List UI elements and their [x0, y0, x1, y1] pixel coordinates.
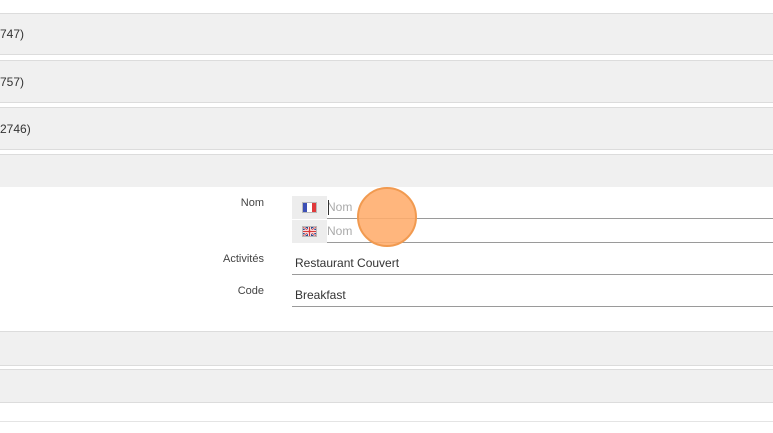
- collapsed-row[interactable]: [0, 331, 773, 366]
- activites-input[interactable]: [292, 251, 773, 275]
- language-fr-addon: [292, 196, 327, 219]
- collapsed-row-label: 757): [0, 74, 25, 89]
- french-flag-icon: [302, 202, 317, 213]
- collapsed-row-label: 2746): [0, 121, 31, 136]
- row-divider: [0, 421, 773, 422]
- code-input[interactable]: [292, 283, 773, 307]
- collapsed-row[interactable]: 2746): [0, 107, 773, 150]
- language-en-addon: [292, 220, 327, 243]
- text-caret: [328, 200, 329, 215]
- nom-label: Nom: [240, 197, 264, 209]
- collapsed-row[interactable]: 747): [0, 13, 773, 55]
- activites-label: Activités: [223, 253, 264, 265]
- collapsed-row[interactable]: 757): [0, 60, 773, 103]
- collapsed-row[interactable]: [0, 369, 773, 403]
- expanded-row-header[interactable]: [0, 154, 773, 187]
- collapsed-row-label: 747): [0, 27, 25, 41]
- click-indicator: [357, 187, 417, 247]
- uk-flag-icon: [302, 226, 317, 237]
- code-label: Code: [237, 285, 264, 297]
- page: 747) 757) 2746) Nom Activité: [0, 0, 773, 433]
